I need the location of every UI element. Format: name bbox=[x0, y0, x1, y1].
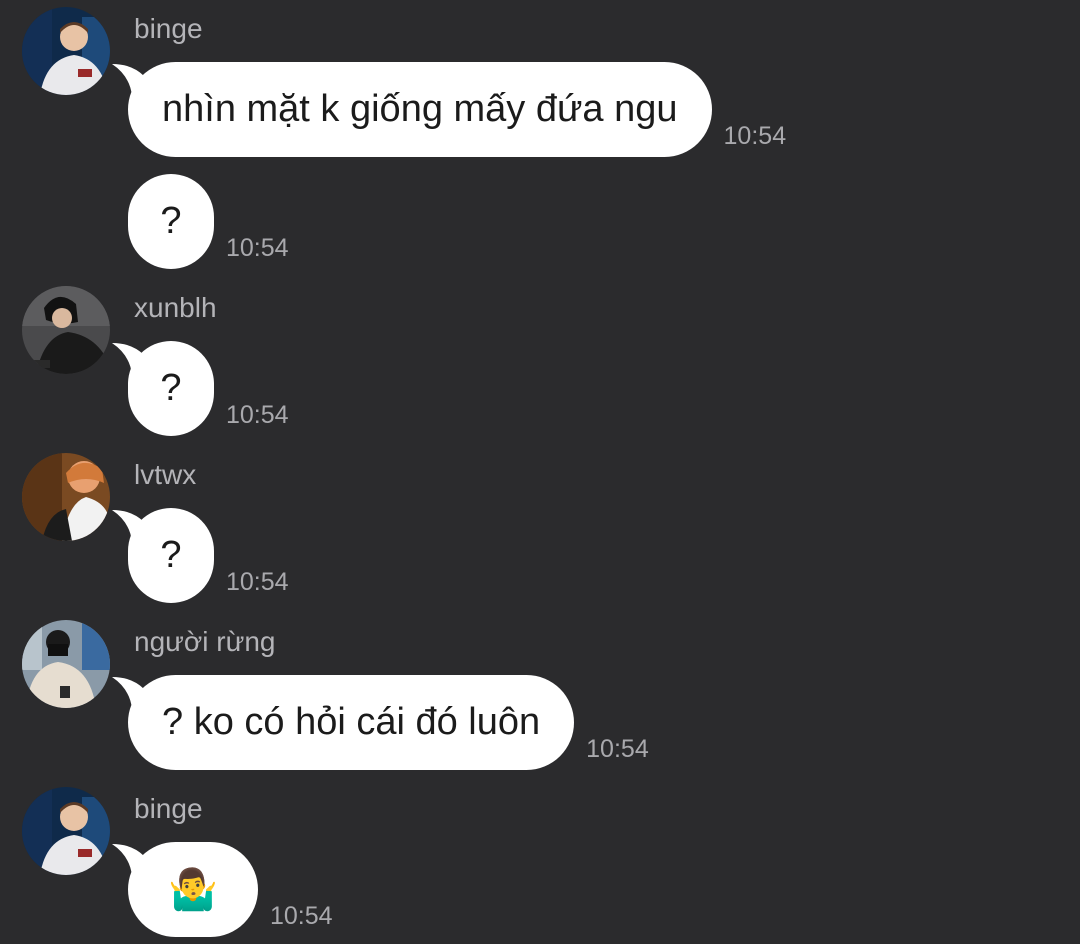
avatar-nguoi-rung[interactable] bbox=[22, 620, 110, 708]
message-timestamp: 10:54 bbox=[270, 902, 333, 930]
message-row: 🤷‍♂️ 10:54 bbox=[112, 842, 333, 937]
bubble-tail-icon bbox=[112, 677, 152, 709]
avatar-binge[interactable] bbox=[22, 787, 110, 875]
chat-message-list[interactable]: binge nhìn mặt k giống mấy đứa ngu 10:54… bbox=[0, 0, 1080, 944]
avatar-lvtwx[interactable] bbox=[22, 453, 110, 541]
sender-name: người rừng bbox=[134, 626, 276, 657]
message-row: ? ko có hỏi cái đó luôn 10:54 bbox=[112, 675, 649, 770]
avatar-xunblh[interactable] bbox=[22, 286, 110, 374]
message-text: nhìn mặt k giống mấy đứa ngu bbox=[162, 88, 678, 130]
message-row: nhìn mặt k giống mấy đứa ngu 10:54 bbox=[112, 62, 787, 157]
message-bubble[interactable]: 🤷‍♂️ bbox=[112, 842, 258, 937]
bubble-tail-icon bbox=[112, 64, 152, 96]
message-timestamp: 10:54 bbox=[226, 234, 289, 262]
message-text: ? ko có hỏi cái đó luôn bbox=[162, 701, 541, 743]
message-timestamp: 10:54 bbox=[586, 735, 649, 763]
message-row: ? 10:54 bbox=[128, 174, 289, 269]
bubble-tail-icon bbox=[112, 510, 152, 542]
message-bubble[interactable]: ? bbox=[128, 174, 214, 269]
message-timestamp: 10:54 bbox=[226, 568, 289, 596]
bubble-tail-icon bbox=[112, 844, 152, 876]
message-text: ? bbox=[160, 200, 182, 242]
sender-name: xunblh bbox=[134, 292, 217, 323]
message-text: ? bbox=[160, 367, 182, 409]
message-row: ? 10:54 bbox=[112, 341, 289, 436]
sender-name: binge bbox=[134, 793, 203, 824]
message-timestamp: 10:54 bbox=[226, 401, 289, 429]
message-bubble[interactable]: ? ko có hỏi cái đó luôn bbox=[112, 675, 575, 770]
message-bubble[interactable]: nhìn mặt k giống mấy đứa ngu bbox=[112, 62, 712, 157]
message-bubble[interactable]: ? bbox=[112, 508, 214, 603]
bubble-tail-icon bbox=[112, 343, 152, 375]
message-text: 🤷‍♂️ bbox=[168, 868, 218, 912]
sender-name: lvtwx bbox=[134, 459, 197, 490]
message-timestamp: 10:54 bbox=[723, 122, 787, 150]
message-text: ? bbox=[160, 534, 182, 576]
message-row: ? 10:54 bbox=[112, 508, 289, 603]
message-bubble[interactable]: ? bbox=[112, 341, 214, 436]
sender-name: binge bbox=[134, 13, 203, 44]
avatar-binge[interactable] bbox=[22, 7, 110, 95]
